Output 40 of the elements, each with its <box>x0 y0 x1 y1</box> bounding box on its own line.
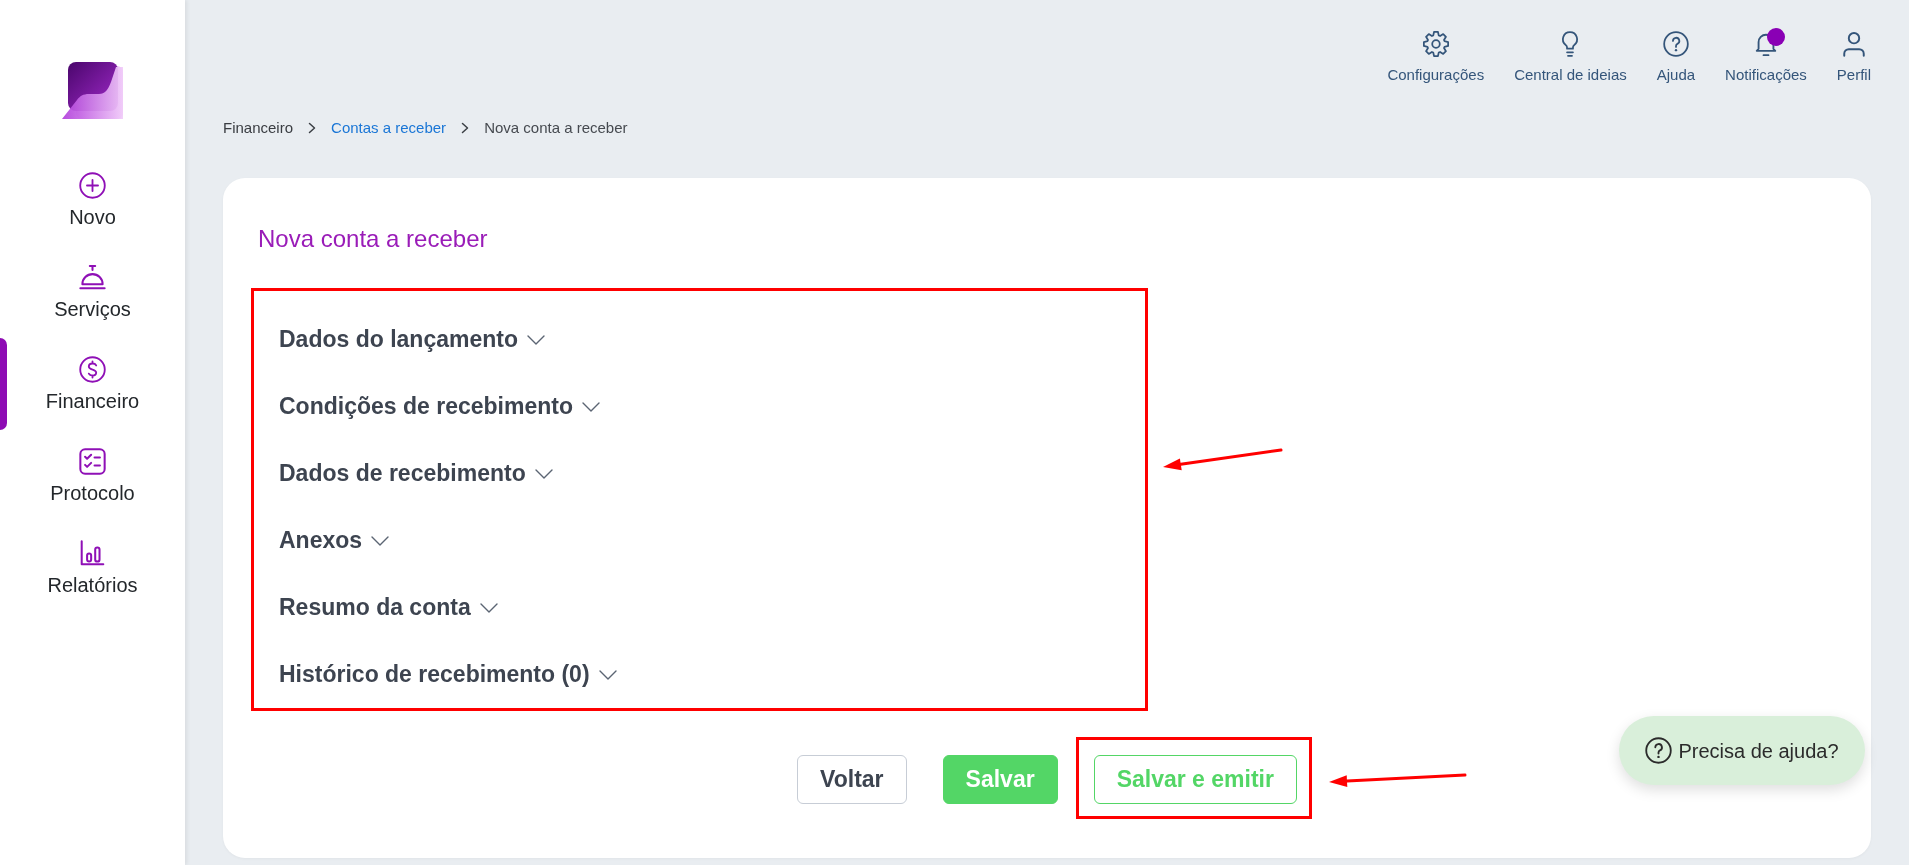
page-title: Nova conta a receber <box>258 225 489 253</box>
help-icon <box>1662 31 1689 57</box>
back-button[interactable]: Voltar <box>797 755 907 804</box>
sidebar-item[interactable]: Novo <box>0 154 185 246</box>
accordion-header[interactable]: Condições de recebimento <box>279 373 600 440</box>
help-button[interactable]: Precisa de ajuda? <box>1619 716 1865 785</box>
toolbar-item[interactable]: Central de ideias <box>1514 31 1627 84</box>
accordion-header[interactable]: Anexos <box>279 507 390 574</box>
accordion-header[interactable]: Dados de recebimento <box>279 440 553 507</box>
checklist-icon <box>79 448 106 475</box>
toolbar-item[interactable]: Notificações <box>1725 31 1807 84</box>
sidebar-item[interactable]: Relatórios <box>0 522 185 614</box>
sidebar-item[interactable]: Protocolo <box>0 430 185 522</box>
chevron-down-icon <box>598 669 617 680</box>
chevron-down-icon <box>371 535 390 546</box>
bar-chart-icon <box>79 540 106 567</box>
accordion-header[interactable]: Resumo da conta <box>279 574 498 641</box>
accordion-header[interactable]: Histórico de recebimento (0) <box>279 641 617 708</box>
help-icon <box>1645 737 1673 764</box>
settings-icon <box>1422 31 1449 57</box>
toolbar-item[interactable]: Configurações <box>1387 31 1485 84</box>
sidebar-item[interactable]: Financeiro <box>0 338 185 430</box>
plus-circle-icon <box>79 172 106 199</box>
breadcrumb-current: Nova conta a receber <box>484 118 628 138</box>
accordion-header[interactable]: Dados do lançamento <box>279 306 545 373</box>
breadcrumb-link[interactable]: Contas a receber <box>331 118 447 138</box>
dollar-circle-icon <box>79 356 106 383</box>
user-icon <box>1840 31 1867 57</box>
chevron-down-icon <box>527 334 545 345</box>
toolbar-item[interactable]: Ajuda <box>1656 31 1696 84</box>
chevron-down-icon <box>479 602 498 613</box>
chevron-down-icon <box>534 468 553 479</box>
breadcrumb-item: Financeiro <box>223 118 294 138</box>
sidebar-item[interactable]: Serviços <box>0 246 185 338</box>
chevron-right-icon <box>461 122 470 134</box>
logo <box>62 62 123 119</box>
chevron-right-icon <box>308 122 317 134</box>
toolbar-item[interactable]: Perfil <box>1836 31 1871 84</box>
chevron-down-icon <box>581 401 600 412</box>
service-bell-icon <box>79 264 106 291</box>
